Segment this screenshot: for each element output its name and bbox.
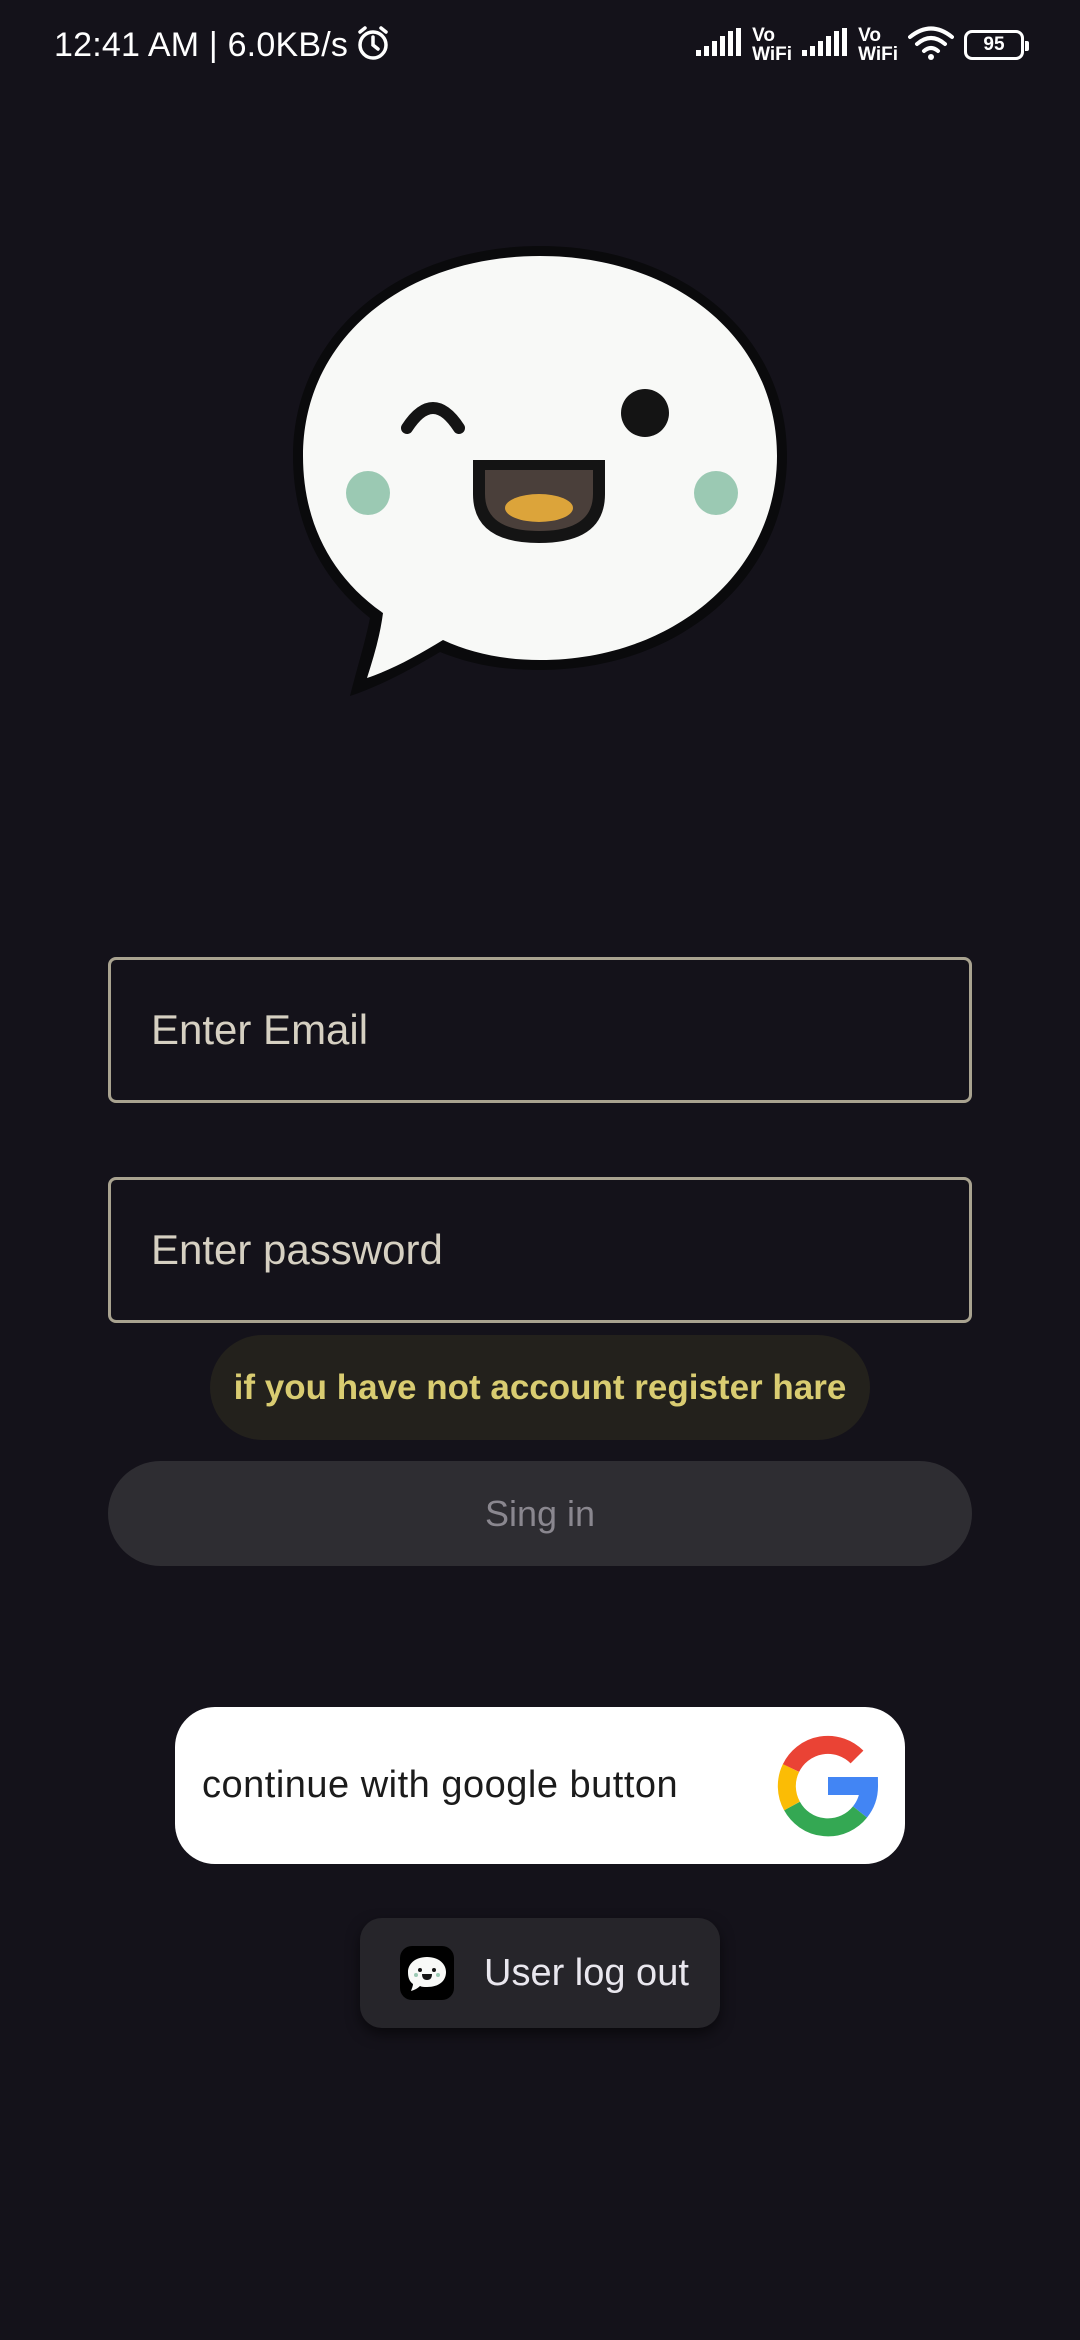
mini-speech-bubble-icon (400, 1946, 454, 2000)
sign-in-button[interactable]: Sing in (108, 1461, 972, 1566)
vowifi-bottom: WiFi (752, 44, 793, 65)
status-time: 12:41 AM | 6.0KB/s (54, 25, 349, 64)
sign-in-label: Sing in (484, 1492, 596, 1534)
vowifi-indicator: Vo WiFi (752, 26, 792, 64)
alarm-clock-icon (354, 24, 392, 67)
status-right: Vo WiFi Vo WiFi 95 (696, 22, 1029, 68)
vowifi-bottom: WiFi (858, 44, 898, 65)
email-field[interactable] (108, 957, 972, 1103)
signal-bars-icon (802, 27, 848, 63)
vowifi-top: Vo (752, 25, 775, 46)
smiling-speech-bubble-icon (285, 238, 795, 698)
signal-bars-icon (696, 27, 742, 63)
status-left: 12:41 AM | 6.0KB/s (54, 22, 392, 68)
vowifi-top: Vo (858, 25, 881, 46)
google-sign-in-button[interactable]: continue with google button (175, 1707, 905, 1864)
user-logout-label: User log out (484, 1951, 689, 1994)
battery-level: 95 (983, 34, 1005, 55)
status-bar: 12:41 AM | 6.0KB/s Vo WiFi Vo WiFi 95 (0, 0, 1080, 90)
google-g-icon (777, 1735, 879, 1837)
register-link[interactable]: if you have not account register hare (210, 1335, 870, 1440)
register-link-label: if you have not account register hare (233, 1367, 847, 1407)
password-field[interactable] (108, 1177, 972, 1323)
google-button-label: continue with google button (202, 1764, 679, 1806)
vowifi-indicator: Vo WiFi (858, 26, 898, 64)
battery-icon: 95 (964, 30, 1029, 60)
wifi-icon (908, 26, 954, 65)
user-logout-button[interactable]: User log out (360, 1918, 720, 2028)
